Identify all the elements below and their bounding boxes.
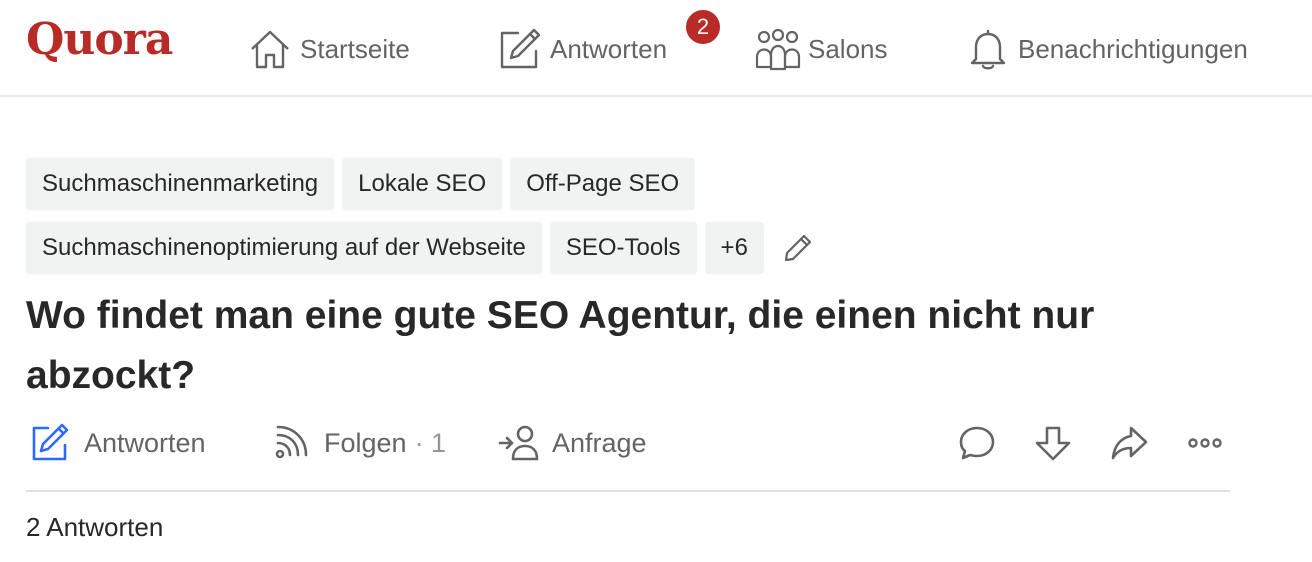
- comment-icon: [959, 426, 995, 460]
- nav-notifications[interactable]: Benachrichtigungen: [964, 22, 1248, 76]
- people-group-icon: [755, 28, 801, 71]
- nav-notifications-label: Benachrichtigungen: [1018, 33, 1248, 64]
- quora-logo[interactable]: Quora: [26, 14, 173, 65]
- nav-salons[interactable]: Salons: [754, 22, 888, 76]
- edit-topics-button[interactable]: [772, 222, 824, 274]
- pencil-square-icon: [32, 423, 69, 461]
- nav-answer[interactable]: Antworten: [496, 22, 667, 76]
- follow-label: Folgen: [324, 427, 407, 458]
- nav-salons-label: Salons: [808, 33, 888, 64]
- share-button[interactable]: [1104, 418, 1154, 468]
- topic-chip[interactable]: Suchmaschinenmarketing: [26, 158, 335, 210]
- answer-label: Antworten: [84, 427, 206, 458]
- divider: [26, 490, 1230, 492]
- question-title: Wo findet man eine gute SEO Agentur, die…: [26, 294, 1095, 397]
- topic-chips-row-2: Suchmaschinenoptimierung auf der Webseit…: [26, 222, 824, 274]
- more-dots-icon: [1188, 438, 1222, 448]
- share-arrow-icon: [1111, 426, 1148, 460]
- home-icon: [251, 30, 289, 69]
- pencil-icon: [784, 234, 812, 262]
- downvote-arrow-icon: [1035, 426, 1071, 461]
- answer-button[interactable]: Antworten: [28, 418, 206, 468]
- nav-answer-label: Antworten: [550, 33, 668, 64]
- downvote-button[interactable]: [1028, 418, 1078, 468]
- topic-chip[interactable]: SEO-Tools: [549, 222, 697, 274]
- pencil-square-icon: [500, 28, 541, 69]
- topic-chip[interactable]: Off-Page SEO: [510, 158, 696, 210]
- top-navigation: Quora Startseite Antworten 2 Salons Bena…: [0, 0, 1312, 97]
- nav-home-label: Startseite: [300, 33, 410, 64]
- request-person-icon: [498, 425, 539, 461]
- topic-chips-row-1: Suchmaschinenmarketing Lokale SEO Off-Pa…: [26, 158, 703, 210]
- bell-icon: [970, 29, 1006, 70]
- request-button[interactable]: Anfrage: [496, 418, 647, 468]
- nav-home[interactable]: Startseite: [246, 22, 410, 76]
- follow-count: · 1: [414, 427, 447, 458]
- notification-count-badge: 2: [684, 8, 722, 46]
- more-topics-chip[interactable]: +6: [704, 222, 764, 274]
- topic-chip[interactable]: Suchmaschinenoptimierung auf der Webseit…: [26, 222, 542, 274]
- rss-follow-icon: [275, 425, 308, 459]
- comment-button[interactable]: [952, 418, 1002, 468]
- topic-chip[interactable]: Lokale SEO: [342, 158, 503, 210]
- more-options-button[interactable]: [1180, 418, 1230, 468]
- follow-button[interactable]: Folgen · 1: [268, 418, 446, 468]
- request-label: Anfrage: [552, 427, 647, 458]
- answer-count: 2 Antworten: [26, 512, 164, 542]
